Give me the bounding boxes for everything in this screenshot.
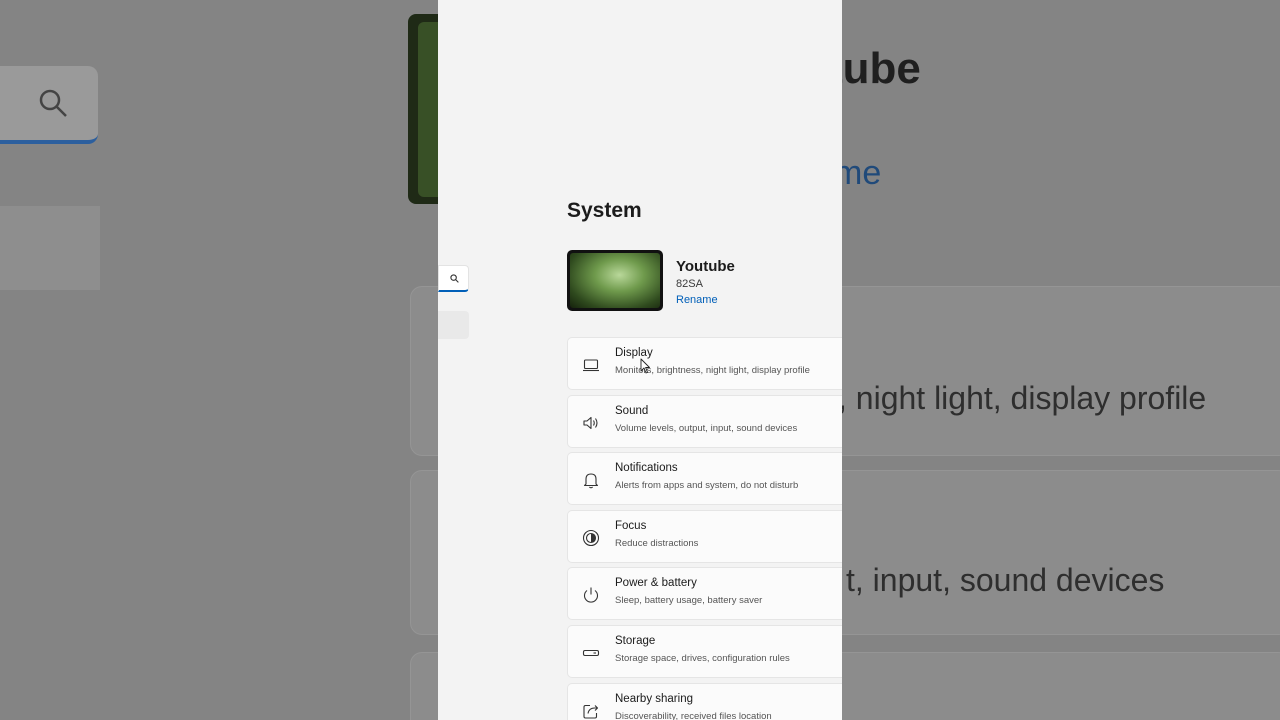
- share-icon: [583, 704, 599, 719]
- settings-item-title: Storage: [615, 635, 656, 647]
- settings-item-power-battery[interactable]: Power & battery Sleep, battery usage, ba…: [567, 567, 842, 620]
- page-title: System: [567, 199, 642, 222]
- bell-icon: [583, 473, 599, 489]
- mouse-cursor-icon: [640, 358, 650, 374]
- settings-item-display[interactable]: Display Monitors, brightness, night ligh…: [567, 337, 842, 390]
- device-model: 82SA: [676, 278, 703, 290]
- settings-item-title: Nearby sharing: [615, 693, 693, 705]
- settings-item-nearby-sharing[interactable]: Nearby sharing Discoverability, received…: [567, 683, 842, 720]
- settings-item-subtitle: Discoverability, received files location: [615, 711, 772, 720]
- device-name: Youtube: [676, 258, 735, 275]
- rename-link[interactable]: Rename: [676, 294, 718, 306]
- device-thumbnail: [567, 250, 663, 311]
- settings-item-subtitle: Sleep, battery usage, battery saver: [615, 595, 763, 606]
- search-icon: [450, 274, 459, 283]
- speaker-icon: [583, 416, 598, 430]
- settings-item-title: Notifications: [615, 462, 678, 474]
- settings-item-title: Focus: [615, 520, 647, 532]
- device-info: Youtube 82SA Rename: [567, 250, 837, 312]
- laptop-icon: [583, 359, 599, 372]
- settings-item-sound[interactable]: Sound Volume levels, output, input, soun…: [567, 395, 842, 448]
- settings-item-title: Sound: [615, 405, 649, 417]
- search-box[interactable]: [438, 265, 469, 292]
- settings-item-notifications[interactable]: Notifications Alerts from apps and syste…: [567, 452, 842, 505]
- settings-item-focus[interactable]: Focus Reduce distractions: [567, 510, 842, 563]
- settings-item-storage[interactable]: Storage Storage space, drives, configura…: [567, 625, 842, 678]
- background-search-icon: [39, 89, 67, 117]
- background-display-fragment: , night light, display profile: [838, 380, 1207, 416]
- settings-item-title: Power & battery: [615, 577, 697, 589]
- background-sound-fragment: t, input, sound devices: [846, 562, 1165, 598]
- background-nav-item: [0, 206, 100, 290]
- settings-item-subtitle: Alerts from apps and system, do not dist…: [615, 480, 799, 491]
- focus-icon: [582, 529, 600, 547]
- settings-item-subtitle: Volume levels, output, input, sound devi…: [615, 423, 798, 434]
- settings-item-subtitle: Reduce distractions: [615, 538, 699, 549]
- storage-icon: [582, 649, 600, 657]
- power-icon: [583, 587, 599, 603]
- nav-item-selected[interactable]: [438, 311, 469, 339]
- settings-item-subtitle: Storage space, drives, configuration rul…: [615, 653, 790, 664]
